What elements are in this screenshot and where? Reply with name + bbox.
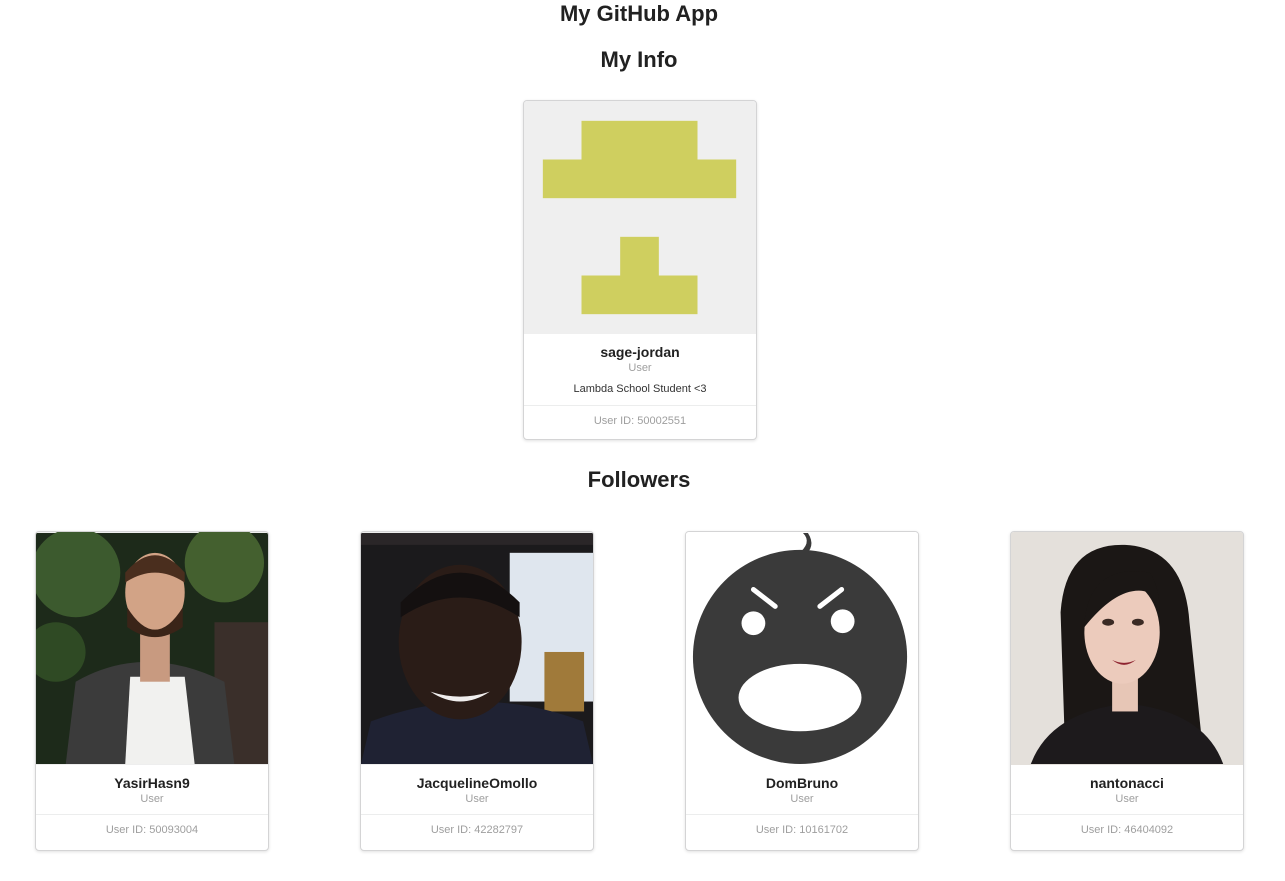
follower-login: DomBruno — [765, 775, 839, 791]
follower-user-id: User ID: 42282797 — [361, 814, 593, 846]
follower-avatar — [361, 532, 593, 765]
my-profile-card: sage-jordan User Lambda School Student <… — [523, 100, 757, 440]
follower-login: nantonacci — [1090, 775, 1164, 791]
follower-card: nantonacci User User ID: 46404092 — [1010, 531, 1244, 851]
follower-login: JacquelineOmollo — [416, 775, 538, 791]
my-info-heading: My Info — [600, 47, 678, 72]
my-bio: Lambda School Student <3 — [573, 383, 707, 395]
follower-content: DomBruno User — [686, 765, 918, 814]
follower-card: JacquelineOmollo User User ID: 42282797 — [360, 531, 594, 851]
follower-user-type: User — [140, 793, 164, 805]
my-login: sage-jordan — [600, 344, 680, 360]
follower-login: YasirHasn9 — [114, 775, 190, 791]
follower-user-id: User ID: 46404092 — [1011, 814, 1243, 846]
follower-user-type: User — [1115, 793, 1139, 805]
follower-content: nantonacci User — [1011, 765, 1243, 814]
follower-card: DomBruno User User ID: 10161702 — [685, 531, 919, 851]
follower-user-id: User ID: 50093004 — [36, 814, 268, 846]
follower-avatar — [686, 532, 918, 765]
follower-photo-image — [1011, 532, 1243, 765]
follower-user-type: User — [790, 793, 814, 805]
follower-user-type: User — [465, 793, 489, 805]
my-user-id: User ID: 50002551 — [524, 405, 756, 437]
follower-card: YasirHasn9 User User ID: 50093004 — [35, 531, 269, 851]
follower-user-id: User ID: 10161702 — [686, 814, 918, 846]
my-avatar — [524, 101, 756, 334]
follower-content: YasirHasn9 User — [36, 765, 268, 814]
follower-content: JacquelineOmollo User — [361, 765, 593, 814]
follower-photo-image — [36, 532, 268, 765]
angry-face-avatar-image — [686, 532, 918, 765]
follower-photo-image — [361, 532, 593, 765]
identicon-avatar-image — [524, 101, 756, 334]
app-title: My GitHub App — [559, 1, 719, 26]
my-profile-content: sage-jordan User Lambda School Student <… — [524, 334, 756, 405]
follower-avatar — [36, 532, 268, 765]
followers-heading: Followers — [587, 467, 691, 492]
my-user-type: User — [628, 362, 652, 374]
follower-avatar — [1011, 532, 1243, 765]
